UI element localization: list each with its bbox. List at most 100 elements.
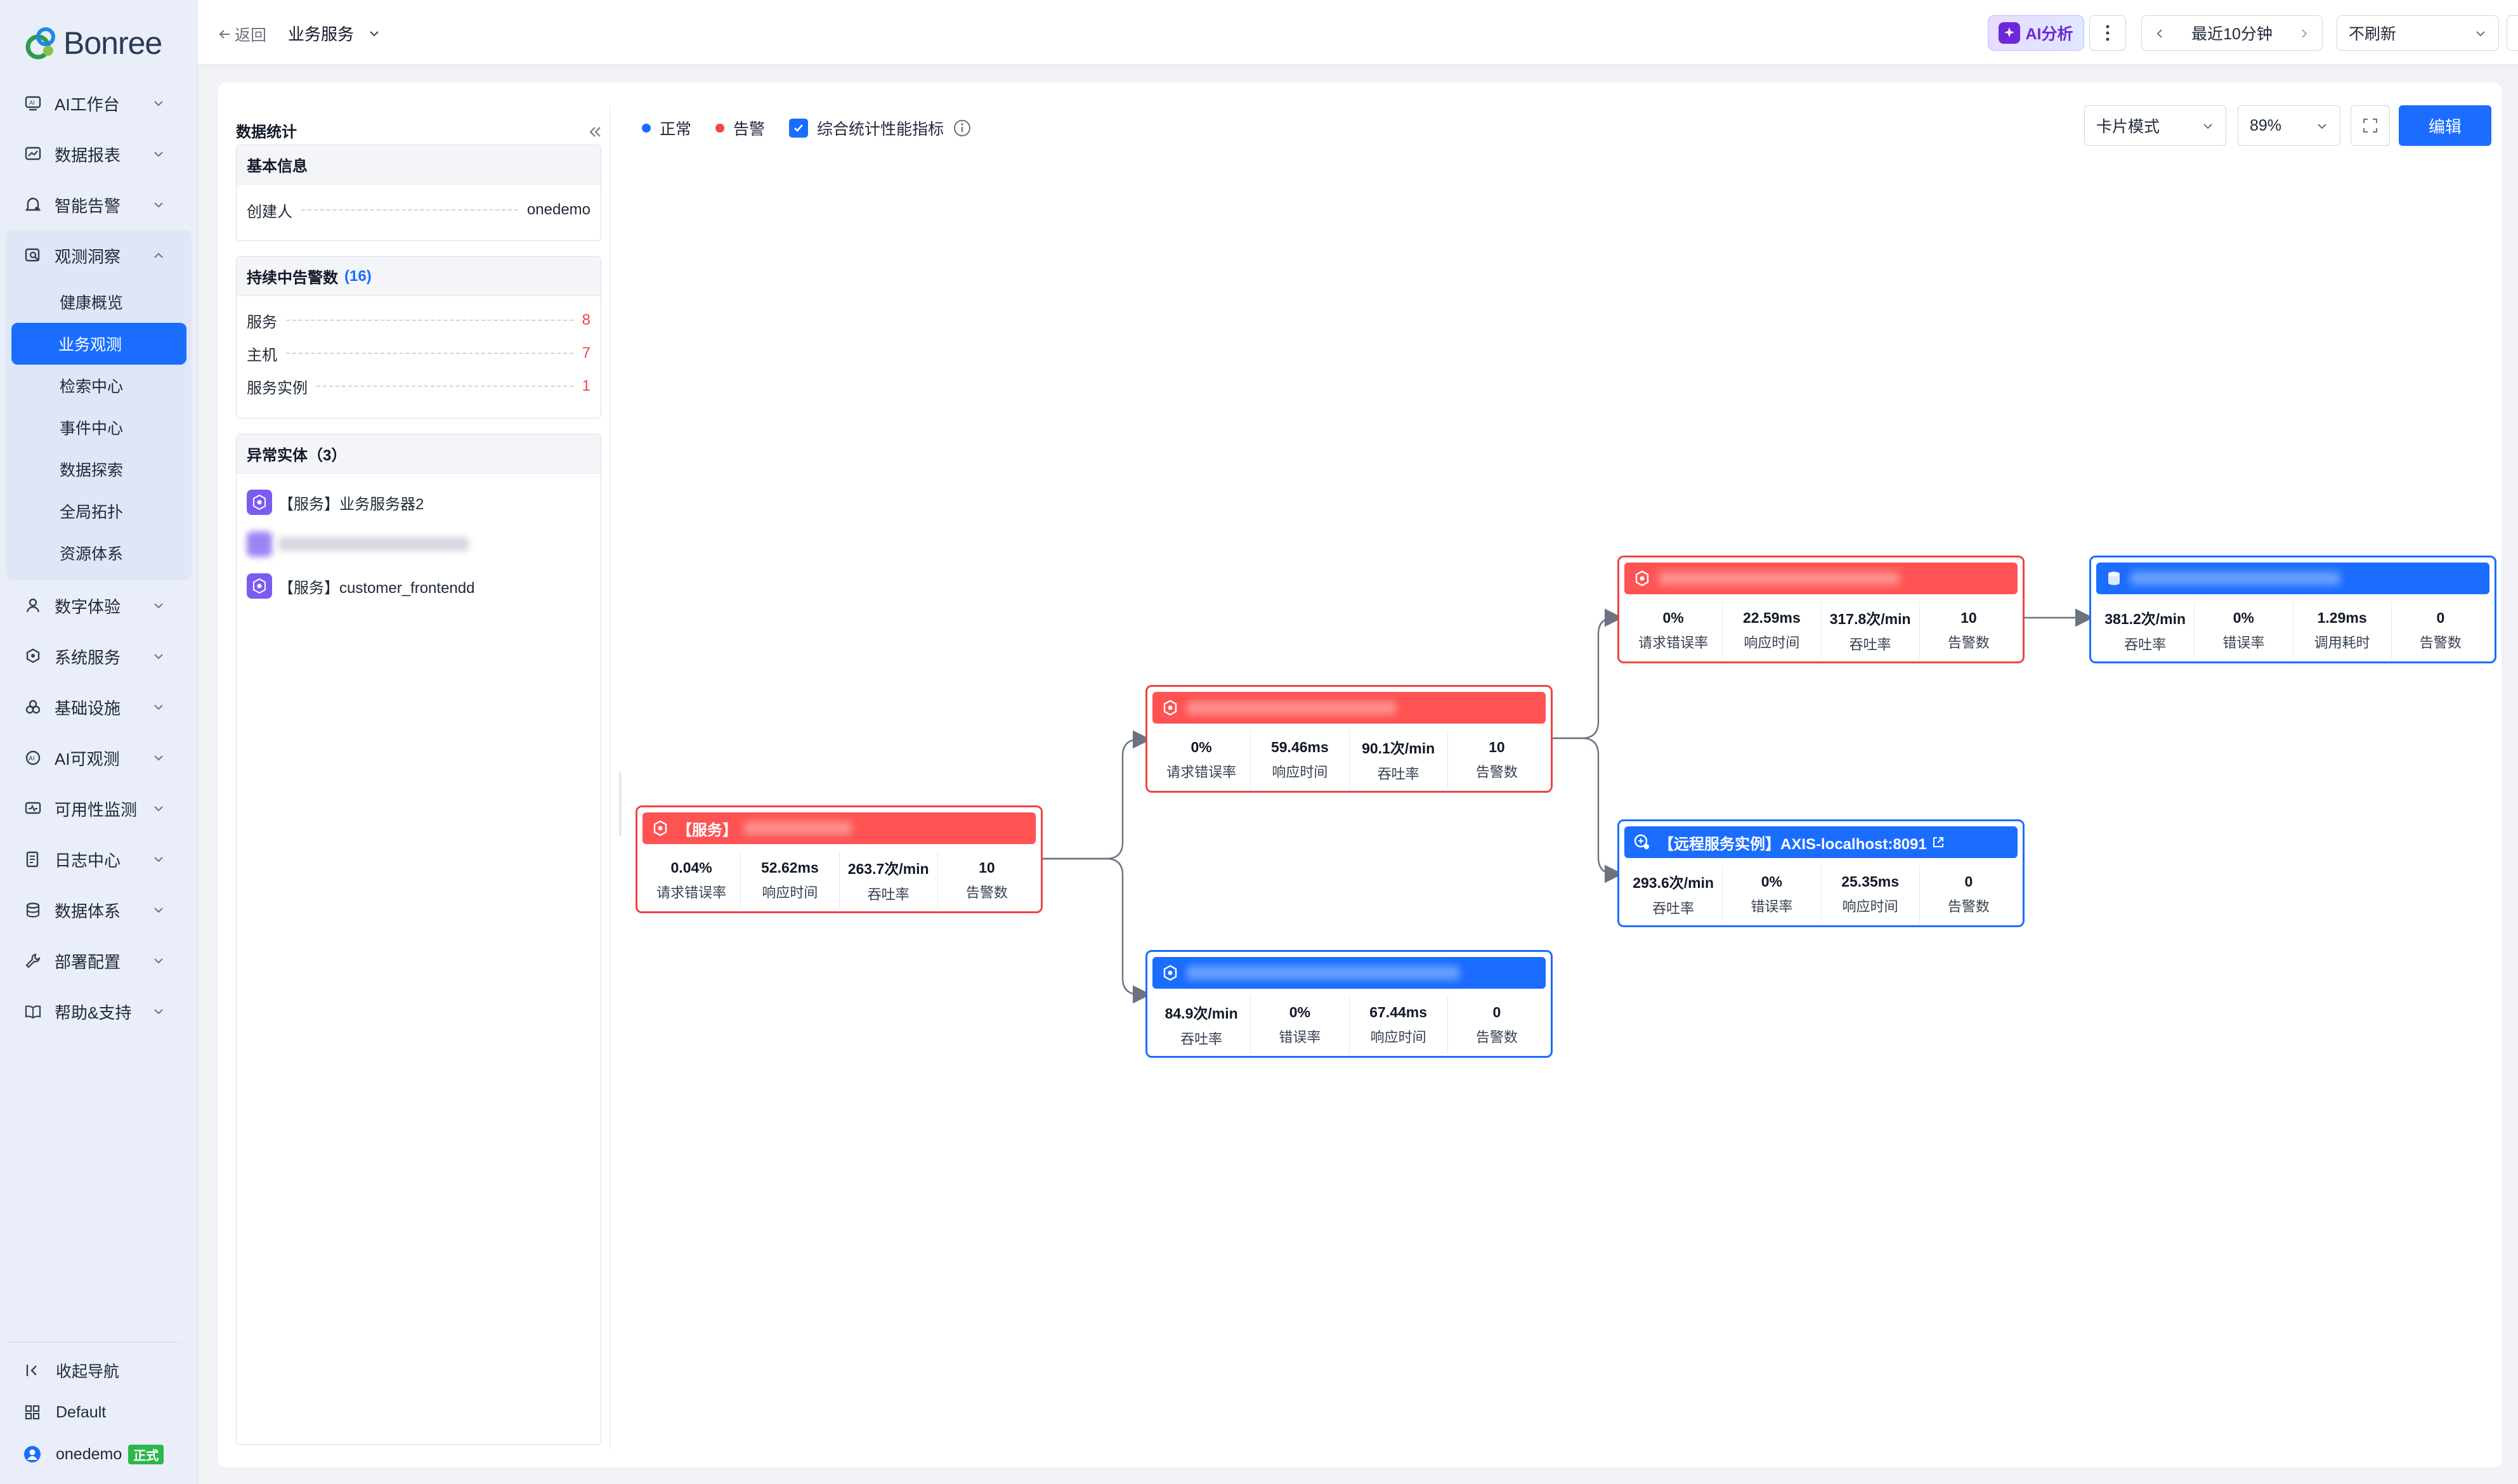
metric-label: 响应时间	[1272, 764, 1328, 780]
metric-label: 请求错误率	[1166, 764, 1237, 780]
metric-cell: 0 告警数	[1448, 996, 1546, 1053]
nav-label: 数据报表	[55, 145, 121, 165]
edge-n2-n4	[1553, 608, 1623, 739]
topology-node-remote-instance[interactable]: 【远程服务实例】AXIS-localhost:8091 293.6次/min 吞吐…	[1617, 819, 2025, 927]
node-header[interactable]	[2096, 563, 2489, 594]
refresh-interval-select[interactable]: 不刷新	[2337, 15, 2499, 51]
metric-cell: 381.2次/min 吞吐率	[2096, 602, 2195, 659]
topology-node-service[interactable]: 0% 请求错误率 22.59ms 响应时间 317.8次/min 吞吐率 10 告警数	[1617, 556, 2025, 663]
nav-sub-health[interactable]: 健康概览	[13, 281, 185, 323]
chevron-down-icon	[154, 202, 163, 208]
fullscreen-button[interactable]	[2351, 105, 2390, 146]
nav-label: 智能告警	[55, 196, 121, 216]
metric-cell: 59.46ms 响应时间	[1251, 731, 1350, 788]
nav-item-report[interactable]: 数据报表	[0, 129, 198, 179]
nav-item-digital-experience[interactable]: 数字体验	[0, 580, 198, 631]
nav-item-insight[interactable]: 观测洞察	[6, 230, 192, 281]
nav-item-data-system[interactable]: 数据体系	[0, 885, 198, 935]
node-header[interactable]	[1624, 563, 2018, 594]
node-header[interactable]	[1152, 957, 1546, 989]
double-chevron-left-icon[interactable]	[586, 123, 604, 141]
topology-node-instance[interactable]: 84.9次/min 吞吐率 0% 错误率 67.44ms 响应时间 0 告警数	[1145, 950, 1553, 1058]
chevron-down-icon	[154, 603, 163, 609]
abnormal-entity-name: 【服务】业务服务器2	[278, 495, 424, 513]
alert-row-instance[interactable]: 服务实例 1	[237, 370, 601, 403]
metric-value: 0	[1964, 873, 1973, 890]
nav-sub-global-topology[interactable]: 全局拓扑	[13, 490, 185, 532]
more-menu-button[interactable]	[2089, 15, 2126, 51]
metric-value: 263.7次/min	[847, 861, 929, 877]
nav-item-infrastructure[interactable]: 基础设施	[0, 682, 198, 732]
metric-cell: 10 告警数	[938, 852, 1036, 909]
chevron-down-icon	[154, 908, 163, 913]
back-button[interactable]: 返回	[217, 23, 266, 46]
info-icon[interactable]	[953, 119, 972, 138]
nav-item-ai-observe[interactable]: AI AI可观测	[0, 732, 198, 783]
abnormal-entities-box: 异常实体（3） 【服务】业务服务器2 【服务】customer_frontend…	[236, 434, 601, 1445]
abnormal-entity-item[interactable]	[237, 523, 601, 565]
metric-value: 59.46ms	[1270, 738, 1329, 755]
breadcrumb-dropdown[interactable]: 业务服务	[288, 22, 382, 45]
metric-value: 0%	[1191, 738, 1212, 755]
nav-label: AI可观测	[55, 749, 120, 769]
user-menu[interactable]: onedemo 正式	[0, 1433, 198, 1475]
perf-metrics-label[interactable]: 综合统计性能指标	[817, 117, 944, 140]
abnormal-entity-item[interactable]: 【服务】customer_frontendd	[237, 565, 601, 607]
metric-label: 请求错误率	[1638, 634, 1709, 651]
service-icon	[247, 490, 272, 515]
brand-logo[interactable]: Bonree	[23, 23, 162, 63]
chevron-down-icon	[370, 30, 379, 36]
nav-label: 帮助&支持	[55, 1003, 132, 1022]
workspace-switcher[interactable]: Default	[0, 1391, 198, 1433]
nav-item-ai-workbench[interactable]: AI AI工作台	[0, 78, 198, 129]
alert-row-host[interactable]: 主机 7	[237, 337, 601, 370]
metric-label: 请求错误率	[656, 884, 727, 901]
view-mode-label: 卡片模式	[2096, 118, 2160, 136]
collapse-nav-button[interactable]: 收起导航	[0, 1350, 198, 1391]
metric-value: 84.9次/min	[1164, 1005, 1238, 1022]
chevron-left-icon[interactable]	[2152, 26, 2167, 41]
topology-card: 数据统计 基本信息 创建人 onedemo 持续中告警数 (16) 服务 8 主…	[218, 82, 2502, 1468]
time-range-picker[interactable]: 最近10分钟	[2141, 15, 2323, 51]
abnormal-entity-item[interactable]: 【服务】业务服务器2	[237, 481, 601, 523]
ai-analysis-label: AI分析	[2025, 25, 2073, 43]
breadcrumb-label: 业务服务	[288, 25, 355, 44]
nav-item-deploy[interactable]: 部署配置	[0, 935, 198, 986]
nav-item-alarm[interactable]: 智能告警	[0, 179, 198, 230]
external-link-icon[interactable]	[1932, 836, 1945, 849]
node-header[interactable]: 【远程服务实例】AXIS-localhost:8091	[1624, 826, 2018, 858]
metric-label: 吞吐率	[1849, 637, 1891, 653]
metric-cell: 25.35ms 响应时间	[1822, 866, 1920, 923]
zoom-select[interactable]: 89%	[2238, 105, 2340, 146]
nav-sub-search-center[interactable]: 检索中心	[13, 365, 185, 407]
nav-sub-data-explore[interactable]: 数据探索	[13, 448, 185, 490]
topology-node-service[interactable]: 【服务】 0.04% 请求错误率 52.62ms 响应时间 263.7次/min 吞吐…	[636, 805, 1043, 913]
nav-item-system-service[interactable]: 系统服务	[0, 631, 198, 682]
edit-button[interactable]: 编辑	[2399, 105, 2491, 146]
nav-item-availability[interactable]: 可用性监测	[0, 783, 198, 834]
sidebar-divider	[8, 1342, 180, 1343]
nav-item-log[interactable]: 日志中心	[0, 834, 198, 885]
topology-node-service[interactable]: 0% 请求错误率 59.46ms 响应时间 90.1次/min 吞吐率 10 告警数	[1145, 685, 1553, 793]
nav-item-help[interactable]: 帮助&支持	[0, 986, 198, 1037]
nav-label: 系统服务	[55, 648, 121, 667]
panel-resize-handle[interactable]	[619, 772, 622, 836]
alert-row-service[interactable]: 服务 8	[237, 304, 601, 337]
alarm-icon	[23, 195, 43, 215]
nav-sub-business-observe[interactable]: 业务观测	[11, 323, 186, 365]
perf-metrics-checkbox[interactable]	[789, 119, 809, 138]
nav-sub-event-center[interactable]: 事件中心	[13, 407, 185, 448]
node-header[interactable]: 【服务】	[643, 812, 1036, 844]
topology-node-database[interactable]: 381.2次/min 吞吐率 0% 错误率 1.29ms 调用耗时 0 告警数	[2089, 556, 2496, 663]
metric-cell: 0 告警数	[2392, 602, 2489, 659]
refresh-button[interactable]	[2507, 15, 2518, 51]
user-name: onedemo	[56, 1445, 122, 1463]
metric-cell: 67.44ms 响应时间	[1350, 996, 1448, 1053]
node-header[interactable]	[1152, 692, 1546, 724]
dotted-leader	[301, 209, 518, 211]
ai-analysis-button[interactable]: AI分析	[1988, 15, 2084, 51]
metric-label: 吞吐率	[2124, 637, 2167, 653]
chevron-right-icon[interactable]	[2297, 26, 2312, 41]
nav-sub-resource-system[interactable]: 资源体系	[13, 532, 185, 574]
view-mode-select[interactable]: 卡片模式	[2084, 105, 2226, 146]
